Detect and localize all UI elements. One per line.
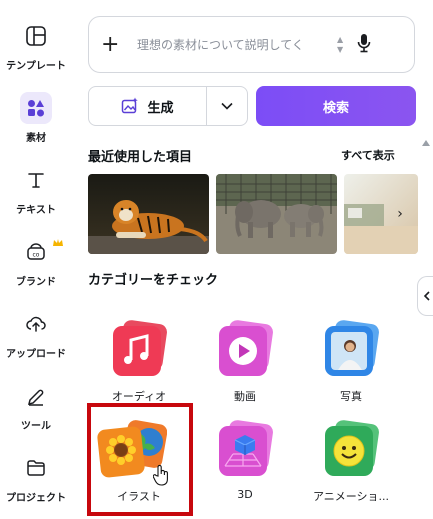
category-label: 3D [237,488,253,501]
category-photo[interactable]: 写真 [299,320,403,430]
category-video[interactable]: 動画 [193,320,297,430]
elements-panel: + 理想の素材について説明してく ▲ ▼ 生成 検索 最近使用した項目 すべて表示 [72,0,433,519]
generate-button[interactable]: 生成 [89,87,207,125]
category-illustration[interactable]: イラスト [87,420,191,519]
tiger-photo[interactable] [88,174,209,254]
plus-icon[interactable]: + [101,32,125,57]
music-icon [113,320,167,376]
search-input[interactable]: 理想の素材について説明してく [137,36,331,53]
category-label: 写真 [340,390,362,403]
magic-image-icon [122,97,139,114]
sidebar-item-brand[interactable]: co ブランド [0,236,72,288]
tools-icon [20,380,52,412]
generate-label: 生成 [147,100,174,116]
category-label: アニメーショ... [312,490,390,503]
microphone-icon[interactable] [357,33,371,57]
upload-icon [20,308,52,340]
folder-icon [20,452,52,484]
photo-icon [325,320,379,376]
play-icon [219,320,273,376]
generate-button-group: 生成 [88,86,248,126]
template-icon [20,20,52,52]
brand-icon: co [20,236,52,268]
elements-icon [20,92,52,124]
category-audio[interactable]: オーディオ [87,320,191,430]
sidebar-item-label: 素材 [26,133,46,144]
text-icon [20,164,52,196]
left-rail: テンプレート 素材 テキスト co ブランド アップロード ツール プロジェクト [0,0,72,519]
next-arrow-icon[interactable]: › [390,204,410,224]
chevron-down-icon [221,102,233,110]
scroll-up-icon[interactable] [422,140,430,146]
sidebar-item-tools[interactable]: ツール [0,380,72,432]
category-animation[interactable]: アニメーショ... [299,420,403,519]
sidebar-item-elements[interactable]: 素材 [0,92,72,144]
sidebar-item-label: プロジェクト [6,493,66,504]
sidebar-item-upload[interactable]: アップロード [0,308,72,360]
svg-text:co: co [33,252,40,259]
sidebar-item-projects[interactable]: プロジェクト [0,452,72,504]
sidebar-item-templates[interactable]: テンプレート [0,20,72,72]
hand-cursor-icon [153,464,168,486]
resize-stepper-icon[interactable]: ▲ ▼ [337,35,343,55]
sidebar-item-label: テキスト [16,205,56,216]
generate-options-dropdown[interactable] [207,102,247,110]
recent-section-title: 最近使用した項目 [88,150,193,165]
sidebar-item-label: テンプレート [6,61,66,72]
elephants-photo[interactable] [216,174,337,254]
chevron-left-icon [423,291,430,301]
sidebar-item-label: ブランド [16,277,56,288]
categories-section-title: カテゴリーをチェック [88,273,219,288]
collapse-panel-tab[interactable] [417,276,433,316]
sidebar-item-text[interactable]: テキスト [0,164,72,216]
search-box[interactable]: + 理想の素材について説明してく ▲ ▼ [88,16,415,73]
category-label: 動画 [234,390,256,403]
recent-items-row: › [88,174,418,254]
smiley-icon [325,420,379,476]
category-3d[interactable]: 3D [193,420,297,519]
3d-cube-icon [219,420,273,476]
show-all-link[interactable]: すべて表示 [341,147,395,163]
category-label: イラスト [117,490,161,503]
sidebar-item-label: ツール [21,421,51,432]
search-button[interactable]: 検索 [256,86,416,126]
scrollbar[interactable] [422,140,430,519]
category-label: オーディオ [111,390,167,403]
sidebar-item-label: アップロード [6,349,66,360]
crown-icon [53,239,63,246]
